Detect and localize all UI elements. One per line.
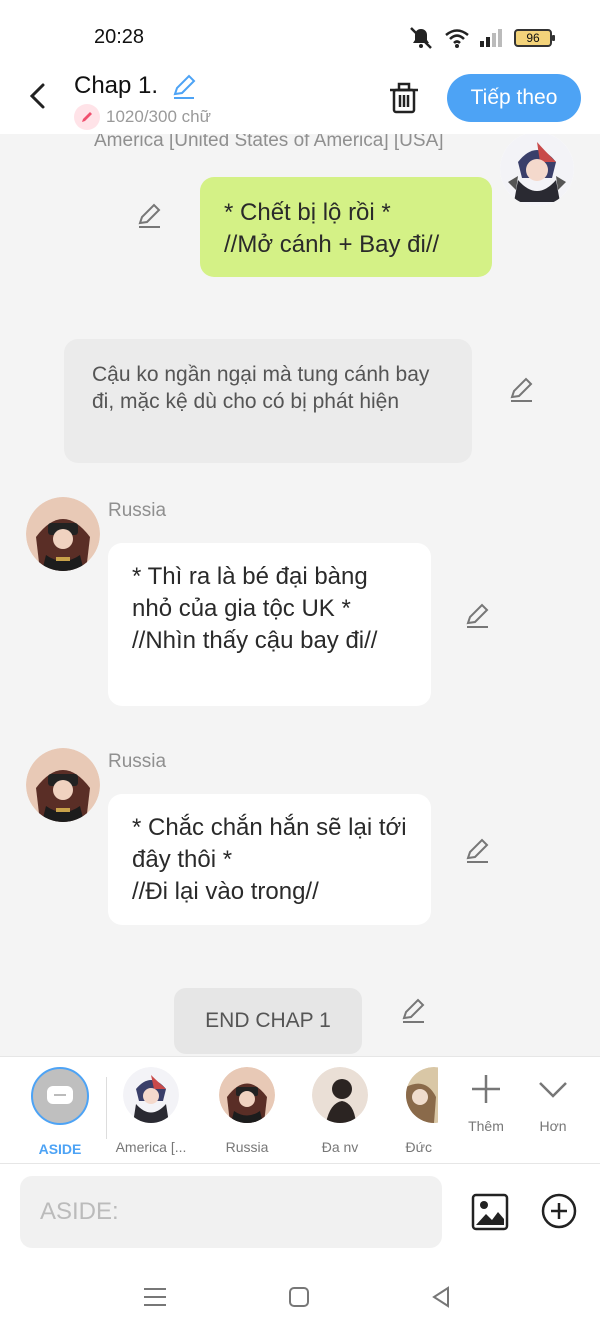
back-triangle-icon[interactable]	[426, 1282, 456, 1312]
speaker-name-russia-2: Russia	[108, 751, 167, 772]
message-1-bubble[interactable]: * Chết bị lộ rồi * //Mở cánh + Bay đi//	[200, 177, 492, 277]
speaker-name-america: America [United States of America] [USA]	[94, 134, 444, 151]
edit-title-pencil-icon[interactable]	[170, 72, 198, 100]
add-character-button[interactable]: Thêm	[456, 1071, 516, 1134]
edit-end-chapter-pencil-icon[interactable]	[398, 995, 428, 1025]
edit-message-1-pencil-icon[interactable]	[134, 200, 164, 230]
bell-muted-icon	[410, 27, 432, 49]
edit-message-3-pencil-icon[interactable]	[462, 600, 492, 630]
chapter-title[interactable]: Chap 1.	[74, 72, 158, 100]
menu-icon[interactable]	[140, 1282, 170, 1312]
message-input[interactable]	[20, 1176, 442, 1248]
plus-icon	[472, 1075, 500, 1103]
back-arrow-icon[interactable]	[22, 80, 54, 112]
america-thumb	[123, 1067, 179, 1123]
add-character-label: Thêm	[468, 1118, 504, 1134]
end-chapter-box[interactable]: END CHAP 1	[174, 988, 362, 1054]
status-bar: 20:28 96	[0, 0, 600, 70]
speaker-name-russia-1: Russia	[108, 500, 167, 521]
character-aside-label: ASIDE	[38, 1141, 82, 1157]
message-3-bubble[interactable]: * Thì ra là bé đại bàng nhỏ của gia tộc …	[108, 543, 431, 706]
image-icon[interactable]	[470, 1192, 510, 1232]
character-selector: ASIDE America [... Russia Đa nv Đức Thêm…	[0, 1056, 600, 1164]
home-square-icon[interactable]	[284, 1282, 314, 1312]
status-icons: 96	[408, 26, 555, 50]
edit-message-4-pencil-icon[interactable]	[462, 835, 492, 865]
composer	[0, 1164, 600, 1260]
chat-area[interactable]: America [United States of America] [USA]…	[0, 134, 600, 1056]
character-divider	[106, 1077, 107, 1139]
word-count-text: 1020/300 chữ	[106, 107, 211, 126]
character-america-label: America [...	[115, 1139, 187, 1155]
next-button[interactable]: Tiếp theo	[447, 74, 581, 122]
message-1-line-1: * Chết bị lộ rồi *	[224, 199, 391, 226]
duc-thumb	[406, 1067, 438, 1123]
character-russia-label: Russia	[225, 1139, 269, 1155]
editor-header: Chap 1. 1020/300 chữ Tiếp theo	[0, 70, 600, 134]
message-4-bubble[interactable]: * Chắc chắn hắn sẽ lại tới đây thôi * //…	[108, 794, 431, 925]
battery-indicator: 96	[514, 29, 555, 47]
message-3-line-2: //Nhìn thấy cậu bay đi//	[132, 627, 378, 654]
character-da-nv-label: Đa nv	[321, 1139, 359, 1155]
character-duc-label: Đức	[405, 1139, 432, 1155]
signal-icon	[480, 29, 502, 47]
chevron-down-icon	[539, 1082, 567, 1098]
collapse-characters-label: Hơn	[539, 1118, 567, 1134]
message-1-line-2: //Mở cánh + Bay đi//	[224, 231, 440, 258]
message-2-narration[interactable]: Cậu ko ngần ngại mà tung cánh bay đi, mặ…	[64, 339, 472, 463]
russia-avatar-2[interactable]	[26, 748, 100, 822]
collapse-characters-button[interactable]: Hơn	[523, 1071, 583, 1134]
silhouette-thumb	[312, 1067, 368, 1123]
character-duc[interactable]: Đức	[378, 1067, 438, 1155]
message-4-line-1: * Chắc chắn hắn sẽ lại tới đây thôi *	[132, 814, 407, 873]
character-russia[interactable]: Russia	[207, 1067, 287, 1155]
word-count: 1020/300 chữ	[74, 104, 211, 130]
system-nav-bar	[0, 1260, 600, 1333]
wifi-icon	[445, 29, 469, 48]
message-2-text: Cậu ko ngần ngại mà tung cánh bay đi, mặ…	[92, 363, 430, 413]
character-da-nv[interactable]: Đa nv	[300, 1067, 380, 1155]
plus-circle-icon[interactable]	[540, 1192, 578, 1230]
trash-icon[interactable]	[386, 80, 422, 116]
edit-message-2-pencil-icon[interactable]	[506, 374, 536, 404]
message-4-line-2: //Đi lại vào trong//	[132, 878, 319, 905]
aside-chat-icon	[31, 1067, 89, 1125]
character-america[interactable]: America [...	[111, 1067, 191, 1155]
status-time: 20:28	[94, 26, 145, 48]
message-3-line-1: * Thì ra là bé đại bàng nhỏ của gia tộc …	[132, 563, 368, 622]
america-avatar[interactable]	[500, 134, 574, 206]
russia-thumb	[219, 1067, 275, 1123]
russia-avatar-1[interactable]	[26, 497, 100, 571]
character-aside[interactable]: ASIDE	[20, 1067, 100, 1157]
pencil-badge-icon	[74, 104, 100, 130]
